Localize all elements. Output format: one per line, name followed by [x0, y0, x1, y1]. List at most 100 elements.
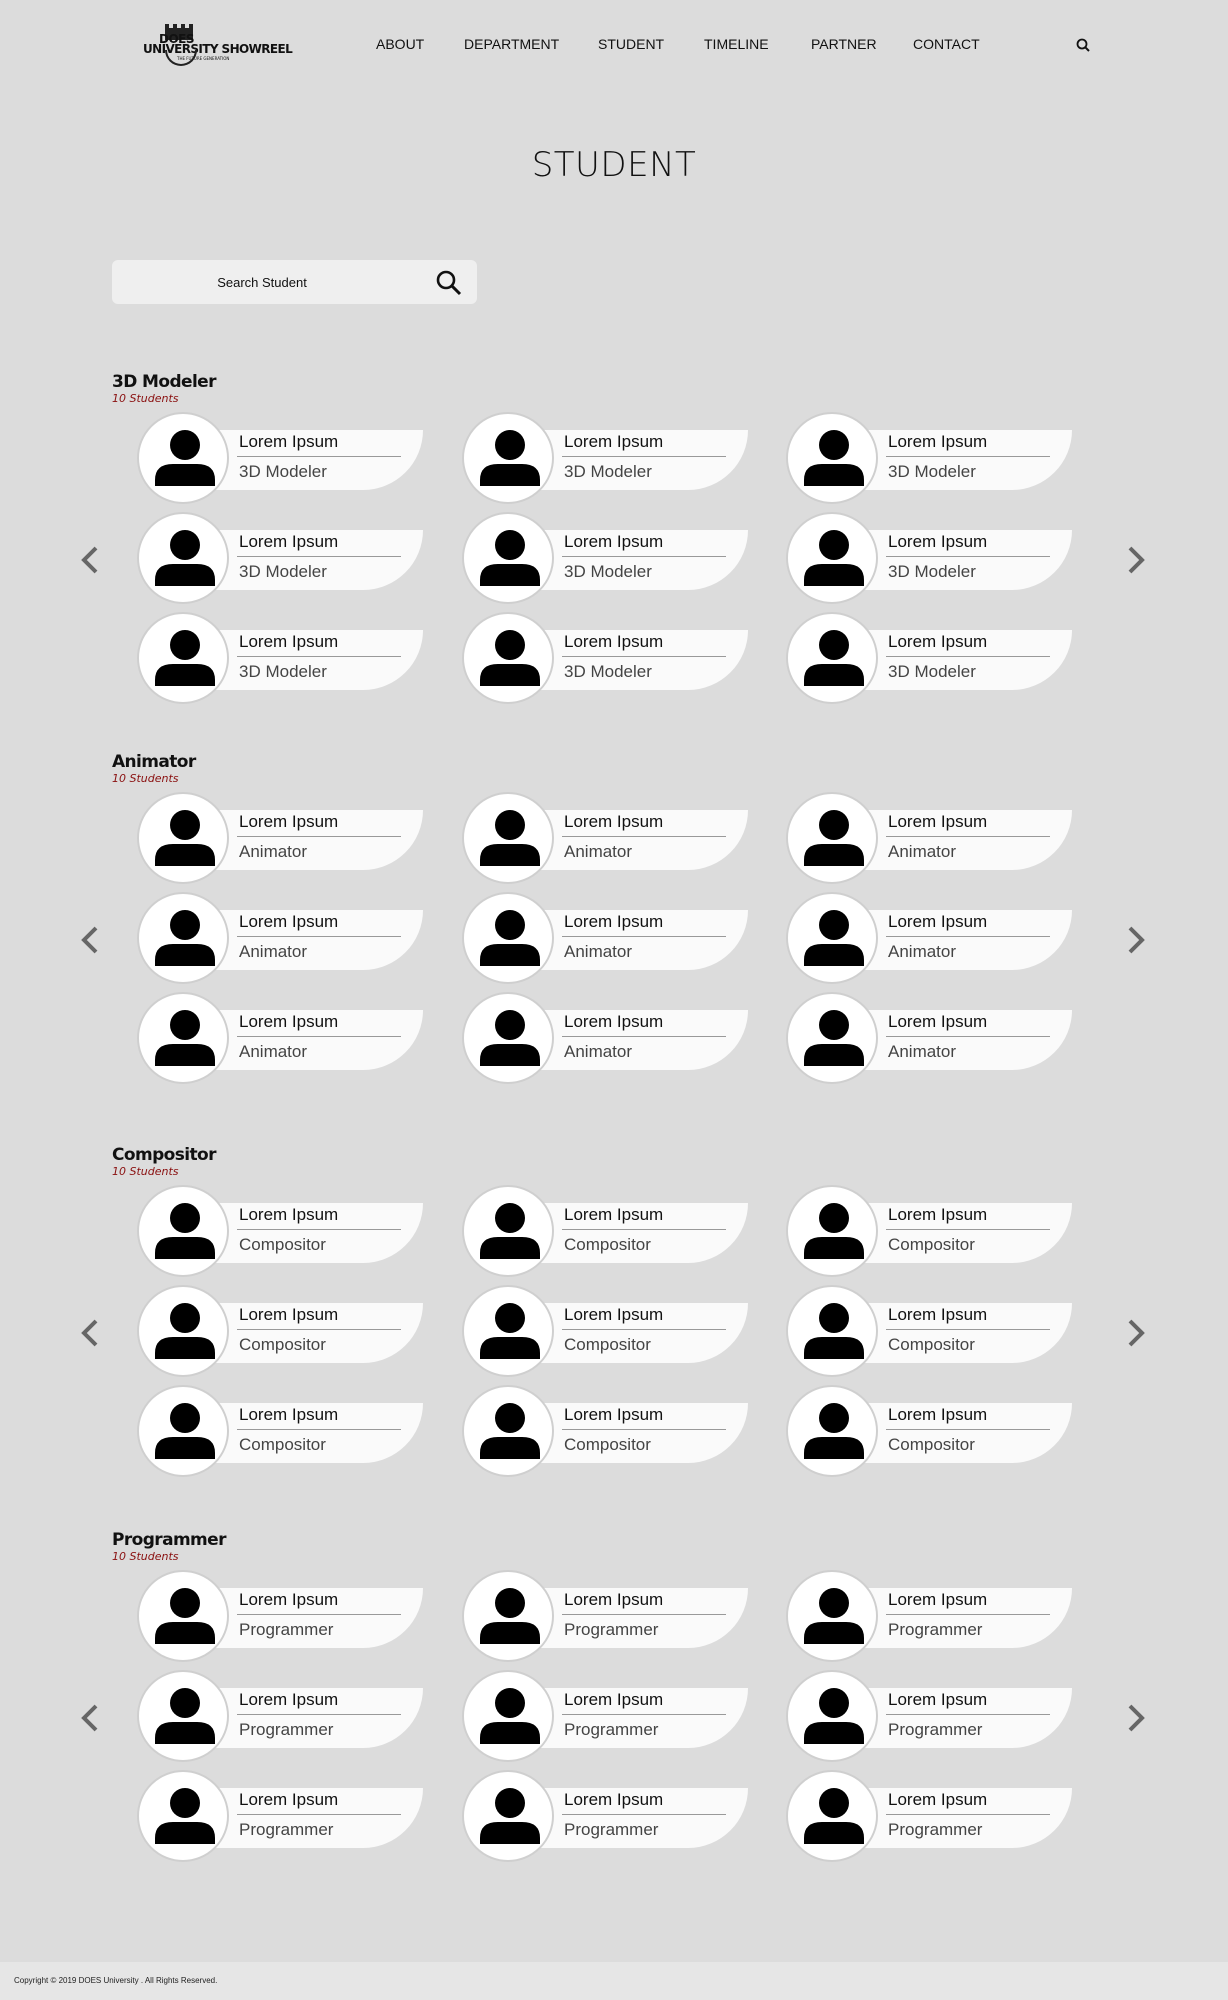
chevron-left-icon[interactable] [76, 1313, 106, 1353]
student-count: 10 Students [112, 392, 179, 405]
avatar-person-icon [786, 1185, 878, 1277]
student-card[interactable]: Lorem Ipsum Animator [786, 992, 1072, 1084]
student-card[interactable]: Lorem Ipsum 3D Modeler [137, 612, 423, 704]
card-divider [562, 1329, 726, 1330]
student-card[interactable]: Lorem Ipsum Programmer [462, 1670, 748, 1762]
student-card[interactable]: Lorem Ipsum 3D Modeler [462, 512, 748, 604]
card-divider [237, 936, 401, 937]
logo[interactable]: DOES UNIVERSITY SHOWREEL THE FUTURE GENE… [143, 20, 293, 68]
student-card[interactable]: Lorem Ipsum Compositor [462, 1185, 748, 1277]
student-name: Lorem Ipsum [239, 1690, 339, 1709]
student-name: Lorem Ipsum [239, 1405, 339, 1424]
card-divider [562, 1814, 726, 1815]
card-divider [562, 1429, 726, 1430]
search-input[interactable] [112, 260, 412, 304]
nav-student[interactable]: STUDENT [598, 36, 664, 52]
student-name: Lorem Ipsum [564, 1690, 664, 1709]
student-name: Lorem Ipsum [239, 1012, 339, 1031]
student-card[interactable]: Lorem Ipsum Programmer [786, 1570, 1072, 1662]
student-role: 3D Modeler [564, 462, 652, 481]
avatar-person-icon [462, 412, 554, 504]
chevron-left-icon[interactable] [76, 540, 106, 580]
card-divider [562, 1614, 726, 1615]
chevron-left-icon[interactable] [76, 1698, 106, 1738]
student-card[interactable]: Lorem Ipsum 3D Modeler [786, 612, 1072, 704]
student-card[interactable]: Lorem Ipsum Programmer [786, 1670, 1072, 1762]
student-card[interactable]: Lorem Ipsum 3D Modeler [137, 512, 423, 604]
search-icon[interactable] [1074, 36, 1094, 56]
student-role: Compositor [888, 1335, 975, 1354]
student-card[interactable]: Lorem Ipsum Animator [462, 992, 748, 1084]
avatar-person-icon [137, 992, 229, 1084]
chevron-right-icon[interactable] [1120, 1313, 1150, 1353]
student-card[interactable]: Lorem Ipsum 3D Modeler [786, 512, 1072, 604]
student-role: Compositor [564, 1335, 651, 1354]
avatar-person-icon [137, 1770, 229, 1862]
avatar-person-icon [137, 1285, 229, 1377]
nav-about[interactable]: ABOUT [376, 36, 424, 52]
student-role: Animator [564, 842, 633, 861]
avatar-person-icon [786, 1385, 878, 1477]
student-card[interactable]: Lorem Ipsum Animator [137, 792, 423, 884]
student-search [112, 260, 477, 304]
chevron-right-icon[interactable] [1120, 540, 1150, 580]
card-divider [886, 1229, 1050, 1230]
student-card[interactable]: Lorem Ipsum Programmer [462, 1570, 748, 1662]
student-card[interactable]: Lorem Ipsum Programmer [462, 1770, 748, 1862]
student-role: 3D Modeler [888, 562, 976, 581]
chevron-right-icon[interactable] [1120, 920, 1150, 960]
section-animator: Animator 10 Students Lorem Ipsum Animator Lo… [0, 752, 1228, 1092]
avatar-person-icon [786, 892, 878, 984]
student-card[interactable]: Lorem Ipsum Compositor [786, 1185, 1072, 1277]
nav-contact[interactable]: CONTACT [913, 36, 980, 52]
student-card[interactable]: Lorem Ipsum 3D Modeler [137, 412, 423, 504]
student-card[interactable]: Lorem Ipsum Animator [137, 892, 423, 984]
student-name: Lorem Ipsum [564, 432, 664, 451]
student-card[interactable]: Lorem Ipsum Compositor [137, 1185, 423, 1277]
student-card[interactable]: Lorem Ipsum Compositor [786, 1385, 1072, 1477]
student-card[interactable]: Lorem Ipsum 3D Modeler [786, 412, 1072, 504]
card-divider [886, 936, 1050, 937]
nav-partner[interactable]: PARTNER [811, 36, 877, 52]
student-card[interactable]: Lorem Ipsum Compositor [462, 1385, 748, 1477]
avatar-person-icon [786, 1570, 878, 1662]
chevron-left-icon[interactable] [76, 920, 106, 960]
avatar-person-icon [137, 512, 229, 604]
student-card[interactable]: Lorem Ipsum Compositor [786, 1285, 1072, 1377]
student-card[interactable]: Lorem Ipsum Compositor [137, 1385, 423, 1477]
student-card[interactable]: Lorem Ipsum Animator [462, 792, 748, 884]
nav-timeline[interactable]: TIMELINE [704, 36, 769, 52]
student-card[interactable]: Lorem Ipsum Programmer [786, 1770, 1072, 1862]
student-card[interactable]: Lorem Ipsum Programmer [137, 1570, 423, 1662]
student-role: 3D Modeler [564, 662, 652, 681]
student-card[interactable]: Lorem Ipsum Programmer [137, 1770, 423, 1862]
card-divider [562, 1229, 726, 1230]
student-name: Lorem Ipsum [888, 1305, 988, 1324]
student-card[interactable]: Lorem Ipsum 3D Modeler [462, 612, 748, 704]
student-role: Programmer [239, 1820, 334, 1839]
student-role: Animator [888, 1042, 957, 1061]
student-card[interactable]: Lorem Ipsum 3D Modeler [462, 412, 748, 504]
student-card[interactable]: Lorem Ipsum Animator [786, 892, 1072, 984]
chevron-right-icon[interactable] [1120, 1698, 1150, 1738]
student-card[interactable]: Lorem Ipsum Programmer [137, 1670, 423, 1762]
student-name: Lorem Ipsum [239, 1590, 339, 1609]
avatar-person-icon [137, 1570, 229, 1662]
student-name: Lorem Ipsum [888, 432, 988, 451]
student-card[interactable]: Lorem Ipsum Animator [786, 792, 1072, 884]
search-icon[interactable] [434, 268, 464, 298]
student-card[interactable]: Lorem Ipsum Animator [462, 892, 748, 984]
student-role: Compositor [564, 1435, 651, 1454]
student-card[interactable]: Lorem Ipsum Compositor [462, 1285, 748, 1377]
card-divider [237, 1036, 401, 1037]
student-name: Lorem Ipsum [888, 532, 988, 551]
avatar-person-icon [462, 1185, 554, 1277]
nav-department[interactable]: DEPARTMENT [464, 36, 559, 52]
student-name: Lorem Ipsum [564, 1590, 664, 1609]
student-role: Animator [239, 942, 308, 961]
student-card[interactable]: Lorem Ipsum Animator [137, 992, 423, 1084]
student-card[interactable]: Lorem Ipsum Compositor [137, 1285, 423, 1377]
avatar-person-icon [137, 1385, 229, 1477]
avatar-person-icon [462, 792, 554, 884]
card-divider [237, 836, 401, 837]
